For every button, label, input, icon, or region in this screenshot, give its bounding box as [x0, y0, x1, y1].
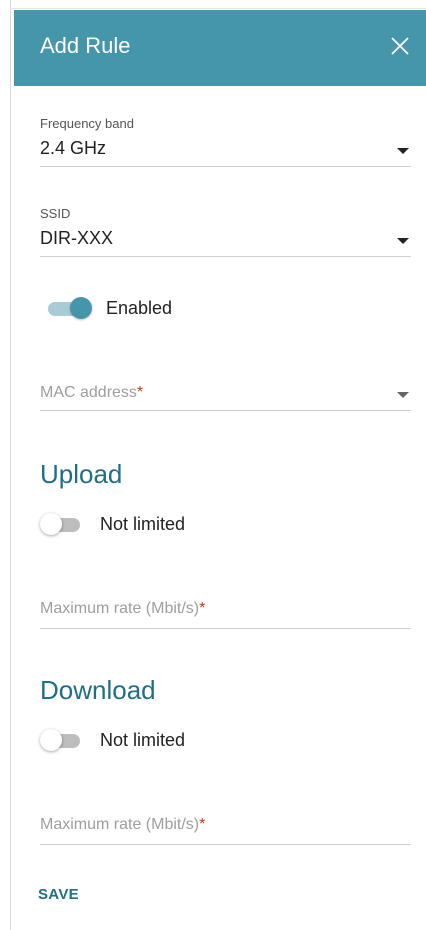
frame-border-top: [10, 8, 426, 9]
ssid-value: DIR-XXX: [40, 228, 114, 248]
required-mark: *: [199, 600, 206, 617]
chevron-down-icon: [397, 148, 409, 154]
upload-max-rate-field[interactable]: Maximum rate (Mbit/s)*: [40, 592, 411, 629]
toggle-knob: [70, 297, 92, 319]
toggle-knob: [40, 729, 62, 751]
upload-section-title: Upload: [40, 459, 123, 489]
download-max-rate-field[interactable]: Maximum rate (Mbit/s)*: [40, 808, 411, 845]
mac-address-select[interactable]: MAC address*: [40, 376, 411, 411]
mac-address-field: MAC address*: [40, 376, 411, 411]
ssid-select[interactable]: DIR-XXX: [40, 222, 411, 257]
upload-max-rate-placeholder: Maximum rate (Mbit/s)*: [40, 600, 206, 617]
download-not-limited-toggle-switch[interactable]: [40, 728, 86, 752]
frequency-band-label: Frequency band: [40, 116, 134, 131]
chevron-down-icon: [397, 238, 409, 244]
upload-not-limited-label: Not limited: [100, 513, 186, 534]
frequency-band-field: Frequency band 2.4 GHz: [40, 116, 411, 167]
save-button[interactable]: SAVE: [38, 886, 79, 903]
mac-address-placeholder: MAC address*: [40, 384, 144, 401]
download-not-limited-label: Not limited: [100, 729, 186, 750]
upload-not-limited-toggle-switch[interactable]: [40, 512, 86, 536]
required-mark: *: [136, 384, 144, 401]
download-max-rate-placeholder: Maximum rate (Mbit/s)*: [40, 816, 206, 833]
close-button[interactable]: [388, 34, 412, 58]
toggle-knob: [40, 513, 62, 535]
chevron-down-icon: [397, 392, 409, 398]
download-section-title: Download: [40, 675, 156, 705]
enabled-toggle-label: Enabled: [106, 297, 173, 318]
ssid-label: SSID: [40, 206, 71, 221]
add-rule-dialog: Add Rule Frequency band 2.4 GHz SSID DIR…: [14, 10, 426, 930]
dialog-title: Add Rule: [40, 33, 131, 58]
page: Add Rule Frequency band 2.4 GHz SSID DIR…: [0, 0, 426, 930]
enabled-toggle-switch[interactable]: [46, 296, 92, 320]
frequency-band-value: 2.4 GHz: [40, 138, 107, 158]
ssid-field: SSID DIR-XXX: [40, 206, 411, 257]
frequency-band-select[interactable]: 2.4 GHz: [40, 132, 411, 167]
required-mark: *: [199, 816, 206, 833]
download-not-limited-toggle-row[interactable]: Not limited: [40, 728, 185, 752]
close-icon: [391, 37, 409, 55]
upload-not-limited-toggle-row[interactable]: Not limited: [40, 512, 185, 536]
enabled-toggle-row[interactable]: Enabled: [46, 296, 172, 320]
frame-border-left: [10, 0, 11, 930]
dialog-header: Add Rule: [14, 10, 426, 86]
